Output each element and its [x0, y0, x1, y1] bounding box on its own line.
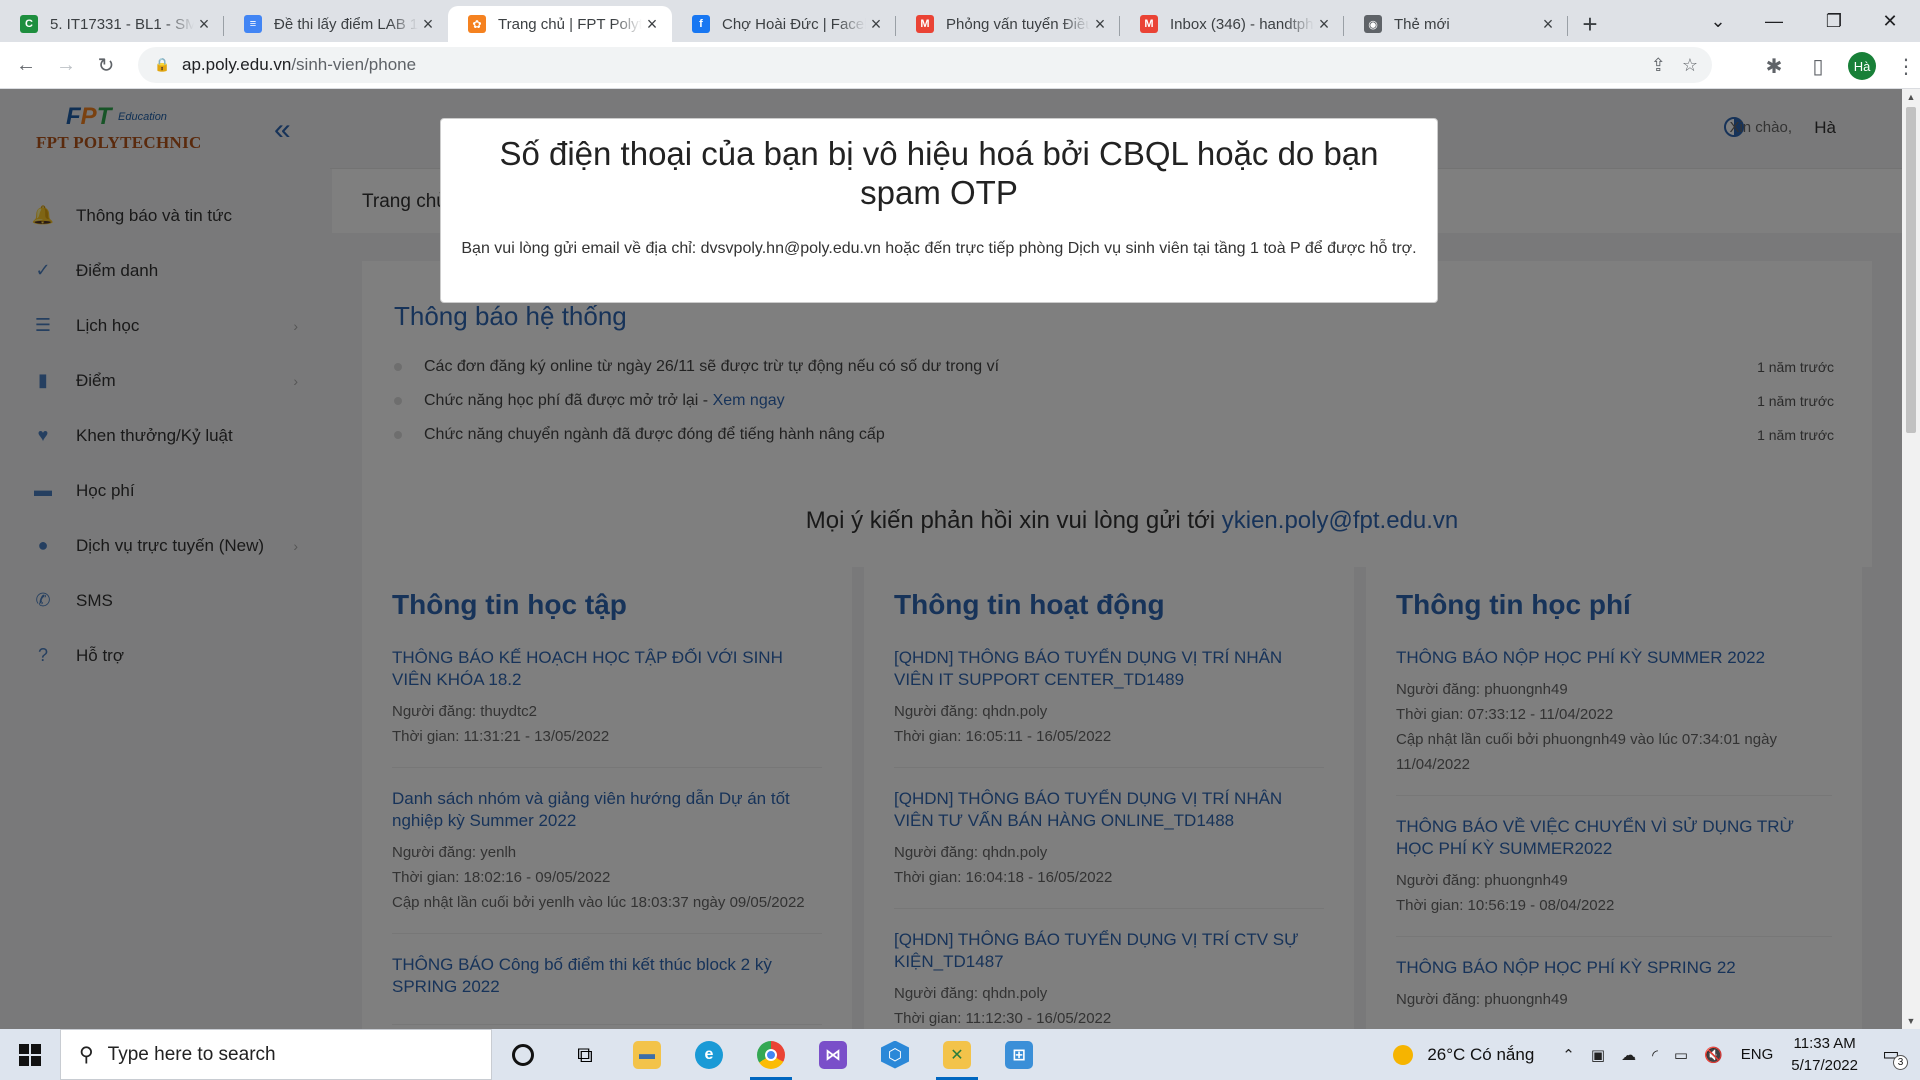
office-app-icon[interactable]: ⬡	[864, 1029, 926, 1080]
start-button[interactable]	[0, 1029, 60, 1080]
close-tab-icon[interactable]: ×	[194, 14, 214, 34]
extensions-icon[interactable]: ✱	[1754, 46, 1794, 86]
close-tab-icon[interactable]: ×	[1314, 14, 1334, 34]
tab-label: Đề thi lấy điểm LAB 1	[274, 15, 418, 33]
onedrive-icon[interactable]: ☁	[1621, 1046, 1636, 1064]
avatar: Hà	[1848, 52, 1876, 80]
battery-icon[interactable]: ▭	[1674, 1046, 1688, 1064]
scroll-up-icon[interactable]: ▲	[1902, 89, 1920, 105]
clock-time: 11:33 AM	[1793, 1034, 1856, 1052]
chrome-icon: ◉	[1364, 15, 1382, 33]
gmail-icon: M	[916, 15, 934, 33]
close-window-button[interactable]: ✕	[1862, 0, 1918, 42]
minimize-button[interactable]: —	[1746, 0, 1802, 42]
lock-icon: 🔒	[154, 57, 171, 72]
browser-tab[interactable]: ◉ Thẻ mới ×	[1344, 6, 1568, 42]
tab-label: Phỏng vấn tuyển Điều	[946, 15, 1090, 33]
volume-mute-icon[interactable]: 🔇	[1704, 1046, 1723, 1064]
search-placeholder: Type here to search	[107, 1043, 276, 1065]
task-view-icon[interactable]: ⧉	[554, 1029, 616, 1080]
weather-text[interactable]: 26°C Có nắng	[1427, 1045, 1534, 1065]
scroll-down-icon[interactable]: ▼	[1902, 1013, 1920, 1029]
close-tab-icon[interactable]: ×	[418, 14, 438, 34]
search-icon: ⚲	[79, 1044, 94, 1066]
browser-tab[interactable]: C 5. IT17331 - BL1 - SM ×	[0, 6, 224, 42]
browser-tab[interactable]: ≡ Đề thi lấy điểm LAB 1 ×	[224, 6, 448, 42]
file-explorer-icon[interactable]: ▬	[616, 1029, 678, 1080]
edge-icon[interactable]: e	[678, 1029, 740, 1080]
visual-studio-icon[interactable]: ⋈	[802, 1029, 864, 1080]
close-tab-icon[interactable]: ×	[1538, 14, 1558, 34]
modal-body: Bạn vui lòng gửi email về địa chỉ: dvsvp…	[461, 240, 1417, 257]
device-icon[interactable]: ▣	[1591, 1046, 1605, 1064]
url-text: ap.poly.edu.vn/sinh-vien/phone	[182, 55, 417, 74]
notification-center-icon[interactable]: ▭ 3	[1876, 1040, 1908, 1070]
side-panel-icon[interactable]: ▯	[1798, 46, 1838, 86]
menu-icon[interactable]: ⋮	[1886, 46, 1920, 86]
scrollbar-thumb[interactable]	[1906, 107, 1916, 433]
tab-label: 5. IT17331 - BL1 - SM	[50, 15, 194, 33]
modal-title: Số điện thoại của bạn bị vô hiệu hoá bởi…	[499, 135, 1379, 211]
windows-taskbar: ⚲ Type here to search ⧉ ▬ e ⋈ ⬡ ✕ ⊞ 26°C…	[0, 1029, 1920, 1080]
page-scrollbar[interactable]: ▲ ▼	[1902, 89, 1920, 1029]
clock-date: 5/17/2022	[1791, 1056, 1858, 1074]
network-app-icon[interactable]: ⊞	[988, 1029, 1050, 1080]
windows-logo-icon	[19, 1043, 41, 1066]
tab-label: Trang chủ | FPT Polyte	[498, 15, 642, 33]
gmail-icon: M	[1140, 15, 1158, 33]
app-tool-icon[interactable]: ✕	[926, 1029, 988, 1080]
close-tab-icon[interactable]: ×	[1090, 14, 1110, 34]
forward-button[interactable]: →	[46, 45, 86, 85]
tab-strip: C 5. IT17331 - BL1 - SM × ≡ Đề thi lấy điểm …	[0, 0, 1920, 42]
back-button[interactable]: ←	[6, 45, 46, 85]
bookmark-star-icon[interactable]: ☆	[1682, 55, 1698, 76]
close-tab-icon[interactable]: ×	[866, 14, 886, 34]
facebook-icon: f	[692, 15, 710, 33]
system-tray: 26°C Có nắng ⌃ ▣ ☁ ◜ ▭ 🔇 ENG 11:33 AM 5/…	[1393, 1029, 1920, 1080]
chrome-taskbar-icon[interactable]	[740, 1029, 802, 1080]
share-icon[interactable]: ⇪	[1651, 55, 1666, 76]
browser-toolbar: ← → ↻ 🔒 ap.poly.edu.vn/sinh-vien/phone ⇪…	[0, 42, 1920, 89]
phone-disabled-modal: Số điện thoại của bạn bị vô hiệu hoá bởi…	[440, 118, 1438, 303]
reload-button[interactable]: ↻	[86, 45, 126, 85]
google-docs-icon: ≡	[244, 15, 262, 33]
tab-label: Inbox (346) - handtph	[1170, 15, 1314, 33]
browser-tab[interactable]: M Phỏng vấn tuyển Điều ×	[896, 6, 1120, 42]
notification-count: 3	[1893, 1054, 1908, 1070]
chevron-up-icon[interactable]: ⌃	[1562, 1046, 1575, 1064]
profile-button[interactable]: Hà	[1842, 46, 1882, 86]
close-tab-icon[interactable]: ×	[642, 14, 662, 34]
taskbar-search-box[interactable]: ⚲ Type here to search	[60, 1029, 492, 1080]
clock[interactable]: 11:33 AM 5/17/2022	[1791, 1033, 1858, 1077]
maximize-button[interactable]: ❐	[1806, 0, 1862, 42]
language-indicator[interactable]: ENG	[1741, 1046, 1774, 1063]
browser-tab[interactable]: f Chợ Hoài Đức | Faceb ×	[672, 6, 896, 42]
fpt-polytechnic-icon: ✿	[468, 15, 486, 33]
browser-tab[interactable]: M Inbox (346) - handtph ×	[1120, 6, 1344, 42]
cortana-icon[interactable]	[492, 1029, 554, 1080]
tab-label: Chợ Hoài Đức | Faceb	[722, 15, 866, 33]
browser-tab[interactable]: ✿ Trang chủ | FPT Polyte ×	[448, 6, 672, 42]
google-classroom-icon: C	[20, 15, 38, 33]
weather-sun-icon	[1393, 1044, 1414, 1065]
wifi-icon[interactable]: ◜	[1652, 1046, 1658, 1064]
new-tab-button[interactable]: +	[1572, 6, 1608, 42]
tab-search-button[interactable]: ⌄	[1690, 0, 1746, 42]
tab-label: Thẻ mới	[1394, 15, 1450, 33]
address-bar[interactable]: 🔒 ap.poly.edu.vn/sinh-vien/phone ⇪ ☆	[138, 47, 1712, 83]
